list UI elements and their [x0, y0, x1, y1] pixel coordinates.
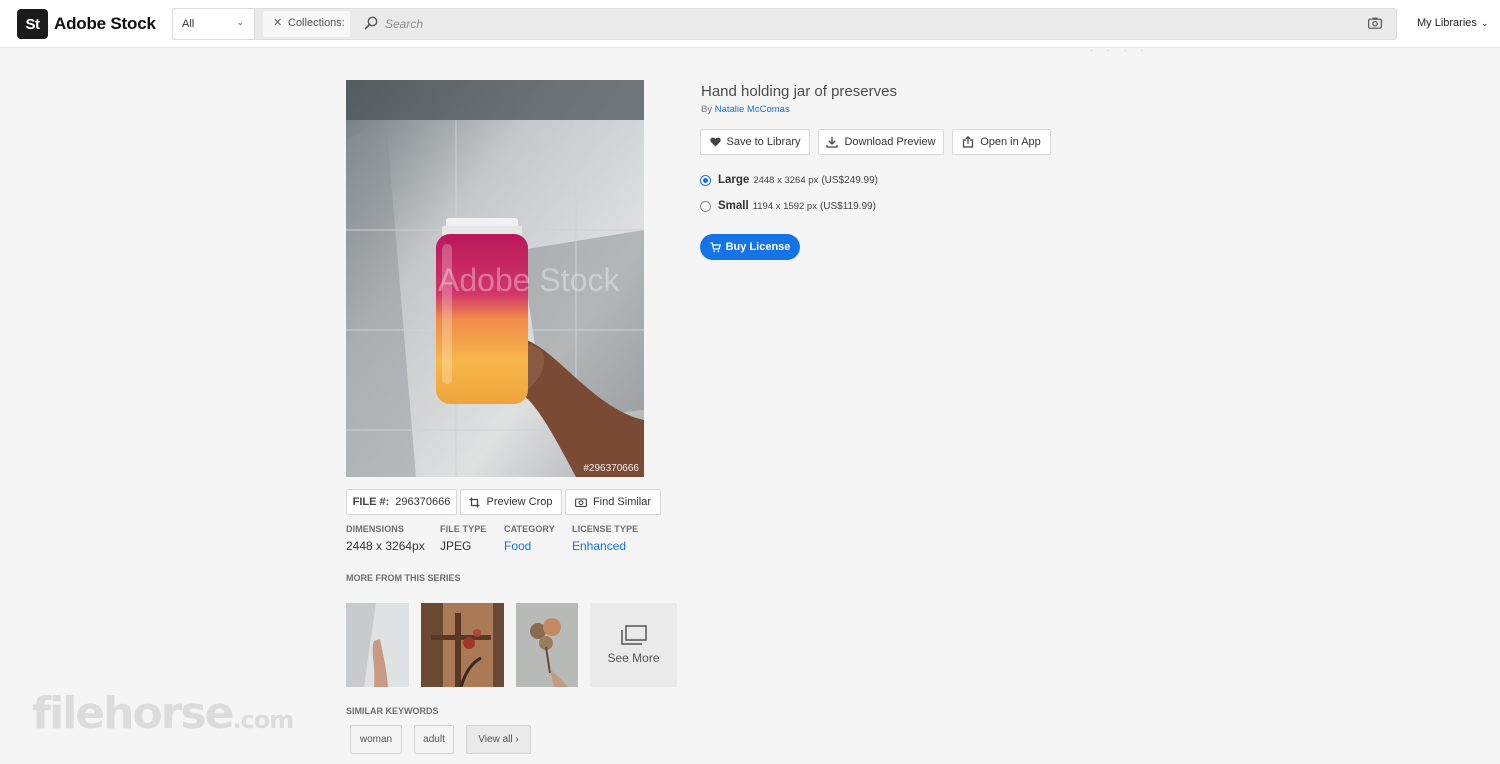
series-thumbnail[interactable]: [346, 603, 409, 687]
chevron-down-icon: ⌄: [1480, 18, 1489, 28]
license-type-link[interactable]: Enhanced: [572, 539, 638, 553]
meta-label: FILE TYPE: [440, 524, 487, 534]
search-icon: [364, 16, 378, 30]
license-size-large[interactable]: Large 2448 x 3264 px (US$249.99): [700, 174, 878, 186]
keyword-chip[interactable]: woman: [350, 725, 402, 754]
byline-prefix: By: [701, 104, 713, 115]
share-icon: [962, 136, 974, 148]
cart-icon: [710, 241, 721, 252]
top-header: St Adobe Stock All ⌄ ✕ Collections: My L…: [0, 0, 1500, 48]
size-dims: 2448 x 3264 px: [753, 174, 819, 186]
size-name: Large: [718, 174, 750, 186]
stack-icon: [620, 625, 647, 645]
save-to-library-label: Save to Library: [726, 136, 801, 148]
author-link[interactable]: Natalie McComas: [715, 104, 790, 115]
see-more-label: See More: [607, 651, 660, 665]
chevron-down-icon: ⌄: [236, 17, 244, 27]
preview-crop-button[interactable]: Preview Crop: [460, 489, 562, 515]
size-name: Small: [718, 200, 749, 212]
search-input[interactable]: [385, 13, 1285, 35]
asset-type-value: All: [182, 18, 195, 30]
adobe-stock-logo[interactable]: St Adobe Stock: [17, 9, 156, 39]
filehorse-watermark-logo: filehorse.com: [32, 688, 294, 739]
radio-small[interactable]: [700, 200, 711, 212]
meta-value: 2448 x 3264px: [346, 539, 425, 553]
asset-preview-image[interactable]: Adobe Stock #296370666: [346, 80, 644, 477]
preview-crop-label: Preview Crop: [486, 496, 553, 508]
open-in-app-label: Open in App: [980, 136, 1041, 148]
image-watermark: Adobe Stock: [438, 262, 620, 298]
asset-type-select[interactable]: All ⌄: [173, 9, 255, 39]
radio-large[interactable]: [700, 174, 711, 186]
size-price: (US$119.99): [819, 200, 876, 212]
logo-text: Adobe Stock: [54, 14, 156, 33]
meta-label: LICENSE TYPE: [572, 524, 639, 534]
camera-icon[interactable]: [1368, 17, 1382, 29]
file-number-label: FILE #:: [352, 496, 390, 508]
jar-photo: Adobe Stock: [346, 80, 644, 477]
close-icon[interactable]: ✕: [273, 16, 282, 29]
heart-icon: [709, 137, 721, 147]
file-number-overlay: #296370666: [583, 463, 639, 474]
crop-icon: [469, 497, 480, 508]
buy-license-label: Buy License: [725, 241, 791, 253]
camera-icon: [575, 497, 587, 507]
find-similar-label: Find Similar: [592, 496, 652, 508]
meta-category: CATEGORY Food: [504, 524, 555, 553]
category-link[interactable]: Food: [504, 539, 555, 553]
size-dims: 1194 x 1592 px: [752, 200, 817, 212]
save-to-library-button[interactable]: Save to Library: [700, 129, 810, 155]
search-bar: All ⌄ ✕ Collections:: [172, 8, 1397, 40]
series-thumbnail[interactable]: [421, 603, 504, 687]
meta-label: DIMENSIONS: [346, 524, 405, 534]
keyword-chip[interactable]: adult: [414, 725, 454, 754]
view-all-keywords-button[interactable]: View all ›: [466, 725, 531, 754]
meta-label: CATEGORY: [504, 524, 555, 534]
decorative-dots: · · · ·: [1090, 46, 1150, 55]
keywords-heading: SIMILAR KEYWORDS: [346, 706, 439, 716]
asset-title: Hand holding jar of preserves: [701, 83, 897, 100]
open-in-app-button[interactable]: Open in App: [952, 129, 1051, 155]
logo-badge: St: [17, 9, 48, 39]
meta-dimensions: DIMENSIONS 2448 x 3264px: [346, 524, 425, 553]
license-size-small[interactable]: Small 1194 x 1592 px (US$119.99): [700, 200, 876, 212]
meta-file-type: FILE TYPE JPEG: [440, 524, 486, 553]
my-libraries-label: My Libraries: [1417, 17, 1477, 29]
buy-license-button[interactable]: Buy License: [700, 234, 800, 260]
find-similar-button[interactable]: Find Similar: [565, 489, 661, 515]
download-icon: [826, 136, 839, 148]
series-thumbnail[interactable]: [516, 603, 578, 687]
download-preview-button[interactable]: Download Preview: [818, 129, 944, 155]
file-number-box: FILE #: 296370666: [346, 489, 457, 515]
file-number-value: 296370666: [395, 496, 451, 508]
collections-chip-label: Collections:: [288, 17, 345, 29]
size-price: (US$249.99): [821, 174, 879, 186]
meta-value: JPEG: [440, 539, 472, 553]
meta-license-type: LICENSE TYPE Enhanced: [572, 524, 638, 553]
download-preview-label: Download Preview: [844, 136, 936, 148]
asset-byline: By Natalie McComas: [701, 104, 790, 115]
see-more-button[interactable]: See More: [590, 603, 677, 687]
collections-chip[interactable]: ✕ Collections:: [263, 11, 350, 37]
my-libraries-menu[interactable]: My Libraries ⌄: [1417, 17, 1488, 29]
series-heading: MORE FROM THIS SERIES: [346, 573, 461, 583]
